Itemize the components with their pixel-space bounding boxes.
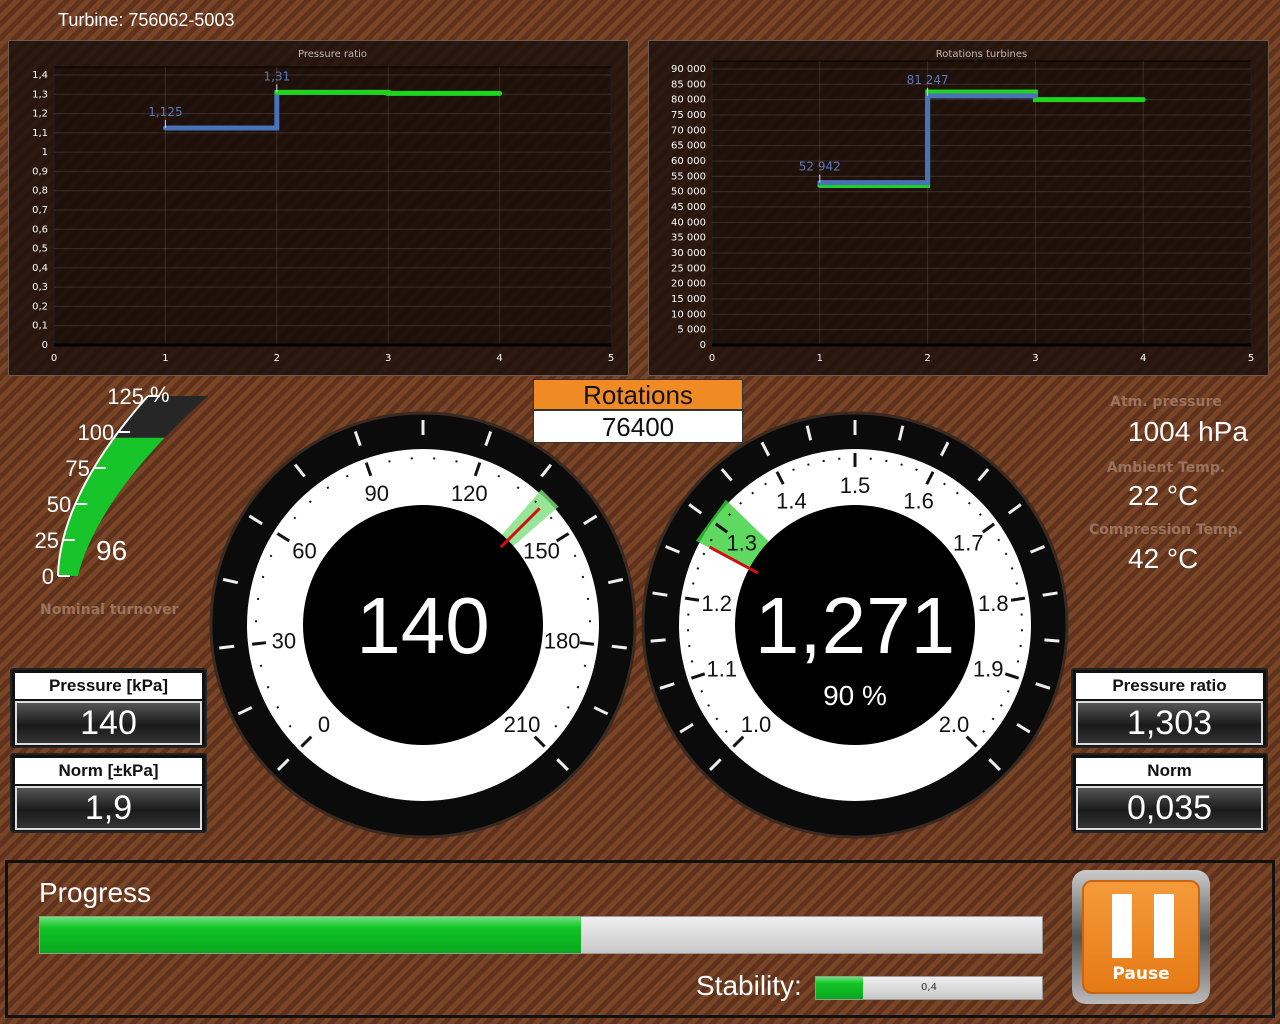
bezel-tick (611, 644, 627, 650)
tick (326, 486, 330, 490)
tick (566, 706, 570, 709)
tick (1004, 552, 1008, 556)
tick (978, 513, 982, 516)
norm-kpa-label: Norm [±kPa] (15, 758, 202, 784)
pause-icon (1112, 894, 1174, 958)
bezel-tick (219, 644, 235, 650)
pressure-display: Pressure [kPa] 140 (10, 668, 207, 748)
tick (251, 641, 267, 646)
progress-label: Progress (39, 877, 152, 908)
pressure-gauge-unit: kPa (393, 745, 453, 783)
scale-label: 30 (272, 629, 296, 654)
tick (288, 724, 292, 728)
scale-label: 180 (544, 629, 581, 654)
tick (982, 730, 986, 733)
pr-gauge-value: 1,271 (754, 581, 956, 670)
tick (516, 486, 520, 490)
stability-label: Stability: (696, 970, 802, 1001)
scale-label: 90 (365, 481, 389, 506)
tick (739, 501, 743, 505)
pressure-gauge-value: 140 (356, 581, 490, 670)
scale-label: 1.7 (953, 531, 984, 556)
tick (269, 554, 273, 558)
pressure-ratio-display: Pressure ratio 1,303 (1071, 668, 1268, 748)
pressure-ratio-value: 1,303 (1076, 701, 1263, 745)
scale-label: 60 (292, 539, 316, 564)
tick (807, 463, 810, 466)
pr-gauge-percent: 90 % (823, 680, 887, 711)
scale-label: 1.4 (776, 488, 807, 513)
tick (715, 717, 719, 721)
scale-label: 2.0 (939, 712, 970, 737)
bezel-tick (650, 638, 666, 643)
tick (997, 538, 1001, 542)
tick (554, 724, 558, 728)
scale-label: 1.5 (840, 473, 871, 498)
norm-label: Norm (1076, 758, 1263, 784)
norm-display: Norm 0,035 (1071, 753, 1268, 833)
scale-label: 1.0 (741, 712, 772, 737)
scale-label: 120 (451, 481, 488, 506)
stability-bar: 0,4 (815, 976, 1043, 1000)
pressure-display-label: Pressure [kPa] (15, 673, 202, 699)
tick (999, 704, 1003, 707)
tick (900, 463, 903, 466)
norm-kpa-display: Norm [±kPa] 1,9 (10, 753, 207, 833)
tick (991, 717, 995, 721)
tick (579, 641, 595, 646)
tick (266, 685, 270, 689)
tick (764, 482, 767, 486)
tick (792, 468, 795, 472)
tick (702, 552, 706, 556)
pause-label: Pause (1112, 964, 1170, 984)
tick (276, 706, 280, 709)
norm-kpa-value: 1,9 (15, 786, 202, 830)
tick (728, 513, 732, 516)
pressure-display-value: 140 (15, 701, 202, 745)
pr-gauge-unit: PR (831, 745, 879, 783)
tick (549, 516, 553, 520)
tick (261, 575, 265, 579)
tick (696, 567, 700, 570)
pressure-ratio-label: Pressure ratio (1076, 673, 1263, 699)
pause-button[interactable]: Pause (1072, 870, 1210, 1004)
tick (709, 538, 713, 542)
scale-label: 1.3 (726, 531, 757, 556)
scale-label: 150 (523, 539, 560, 564)
tick (751, 491, 755, 495)
norm-value: 0,035 (1076, 786, 1263, 830)
tick (573, 554, 577, 558)
tick (345, 474, 349, 478)
scale-label: 210 (504, 712, 541, 737)
tick (576, 685, 580, 689)
tick (293, 516, 297, 520)
stability-value: 0,4 (921, 982, 937, 993)
tick (707, 704, 711, 707)
tick (308, 500, 312, 504)
tick (967, 501, 971, 505)
bezel-tick (1044, 638, 1060, 643)
tick (497, 474, 501, 478)
tick (724, 730, 728, 733)
progress-fill (40, 917, 582, 953)
tick (943, 482, 946, 486)
tick (534, 500, 538, 504)
tick (1006, 690, 1010, 693)
scale-label: 0 (318, 712, 330, 737)
tick (1010, 567, 1014, 570)
tick (581, 575, 585, 579)
tick (955, 491, 959, 495)
tick (915, 468, 918, 472)
progress-bar (39, 916, 1043, 954)
tick (700, 690, 704, 693)
scale-label: 1.6 (903, 488, 934, 513)
